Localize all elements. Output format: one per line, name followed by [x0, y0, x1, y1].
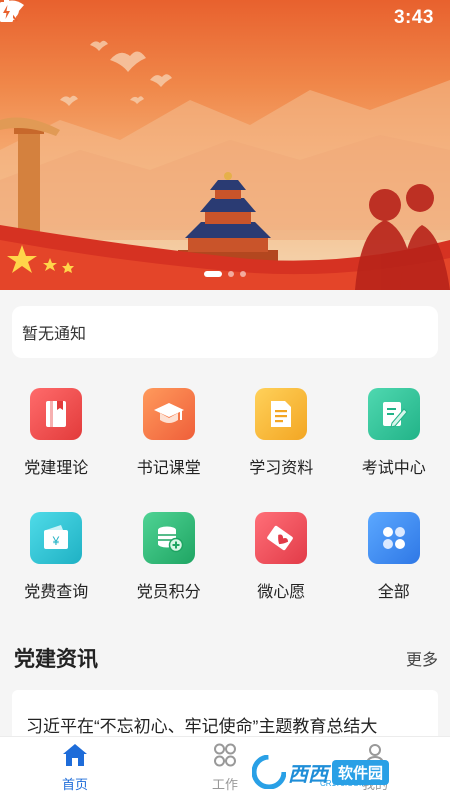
menu-item-secretary-class[interactable]: 书记课堂 [113, 388, 226, 512]
tab-label: 工作 [211, 777, 238, 792]
menu-item-party-theory[interactable]: 党建理论 [0, 388, 113, 512]
menu-label: 学习资料 [249, 460, 314, 477]
clock-time: 3:43 [393, 7, 434, 28]
news-headline: 习近平在“不忘初心、牢记使命”主题教育总结大 [26, 717, 378, 736]
book-icon [30, 388, 83, 440]
menu-row: ¥ 党费查询 党员积分 微心愿 全部 [0, 512, 450, 636]
news-header: 党建资讯 更多 [14, 643, 438, 673]
watermark-c-icon [252, 755, 286, 789]
banner-illustration [0, 40, 450, 290]
svg-text:¥: ¥ [52, 534, 60, 548]
menu-item-all[interactable]: 全部 [338, 512, 450, 636]
notice-text: 暂无通知 [22, 326, 87, 343]
menu-item-micro-wish[interactable]: 微心愿 [225, 512, 338, 636]
menu-label: 党员积分 [136, 584, 201, 601]
watermark-url: CR173.COM [320, 779, 366, 788]
wallet-yuan-icon: ¥ [30, 512, 83, 564]
menu-label: 考试中心 [361, 460, 426, 477]
carousel-indicator [0, 271, 450, 277]
watermark-logo: 西西 软件园 CR173.COM [252, 752, 432, 792]
carousel-dot-3[interactable] [240, 271, 246, 277]
notice-bar[interactable]: 暂无通知 [12, 306, 438, 358]
menu-label: 党建理论 [24, 460, 89, 477]
status-bar: 3:43 [0, 0, 450, 36]
banner-carousel[interactable]: 3:43 [0, 0, 450, 290]
app-screen: 3:43 暂无通知 党建理论 书记课堂 学习资料 考试中心 ¥ 党费查询 党员积… [0, 0, 450, 799]
news-section-title: 党建资讯 [14, 648, 98, 671]
carousel-dot-2[interactable] [228, 271, 234, 277]
tab-label: 首页 [61, 777, 88, 792]
heart-card-icon [255, 512, 308, 564]
menu-label: 党费查询 [24, 584, 89, 601]
graduation-cap-icon [142, 388, 195, 440]
edit-note-icon [367, 388, 420, 440]
menu-item-party-fee[interactable]: ¥ 党费查询 [0, 512, 113, 636]
menu-item-exam-center[interactable]: 考试中心 [338, 388, 450, 512]
carousel-dot-1[interactable] [204, 271, 222, 277]
all-apps-icon [367, 512, 420, 564]
menu-label: 微心愿 [257, 584, 306, 601]
menu-grid: 党建理论 书记课堂 学习资料 考试中心 ¥ 党费查询 党员积分 微心愿 全部 [0, 388, 450, 636]
tab-home[interactable]: 首页 [0, 737, 150, 799]
home-icon [62, 743, 88, 772]
news-more-link[interactable]: 更多 [406, 646, 438, 670]
document-icon [255, 388, 308, 440]
menu-item-study-materials[interactable]: 学习资料 [225, 388, 338, 512]
menu-row: 党建理论 书记课堂 学习资料 考试中心 [0, 388, 450, 512]
coins-plus-icon [142, 512, 195, 564]
menu-item-member-points[interactable]: 党员积分 [113, 512, 226, 636]
menu-label: 全部 [377, 584, 410, 601]
menu-label: 书记课堂 [136, 460, 201, 477]
grid-icon [212, 743, 238, 772]
